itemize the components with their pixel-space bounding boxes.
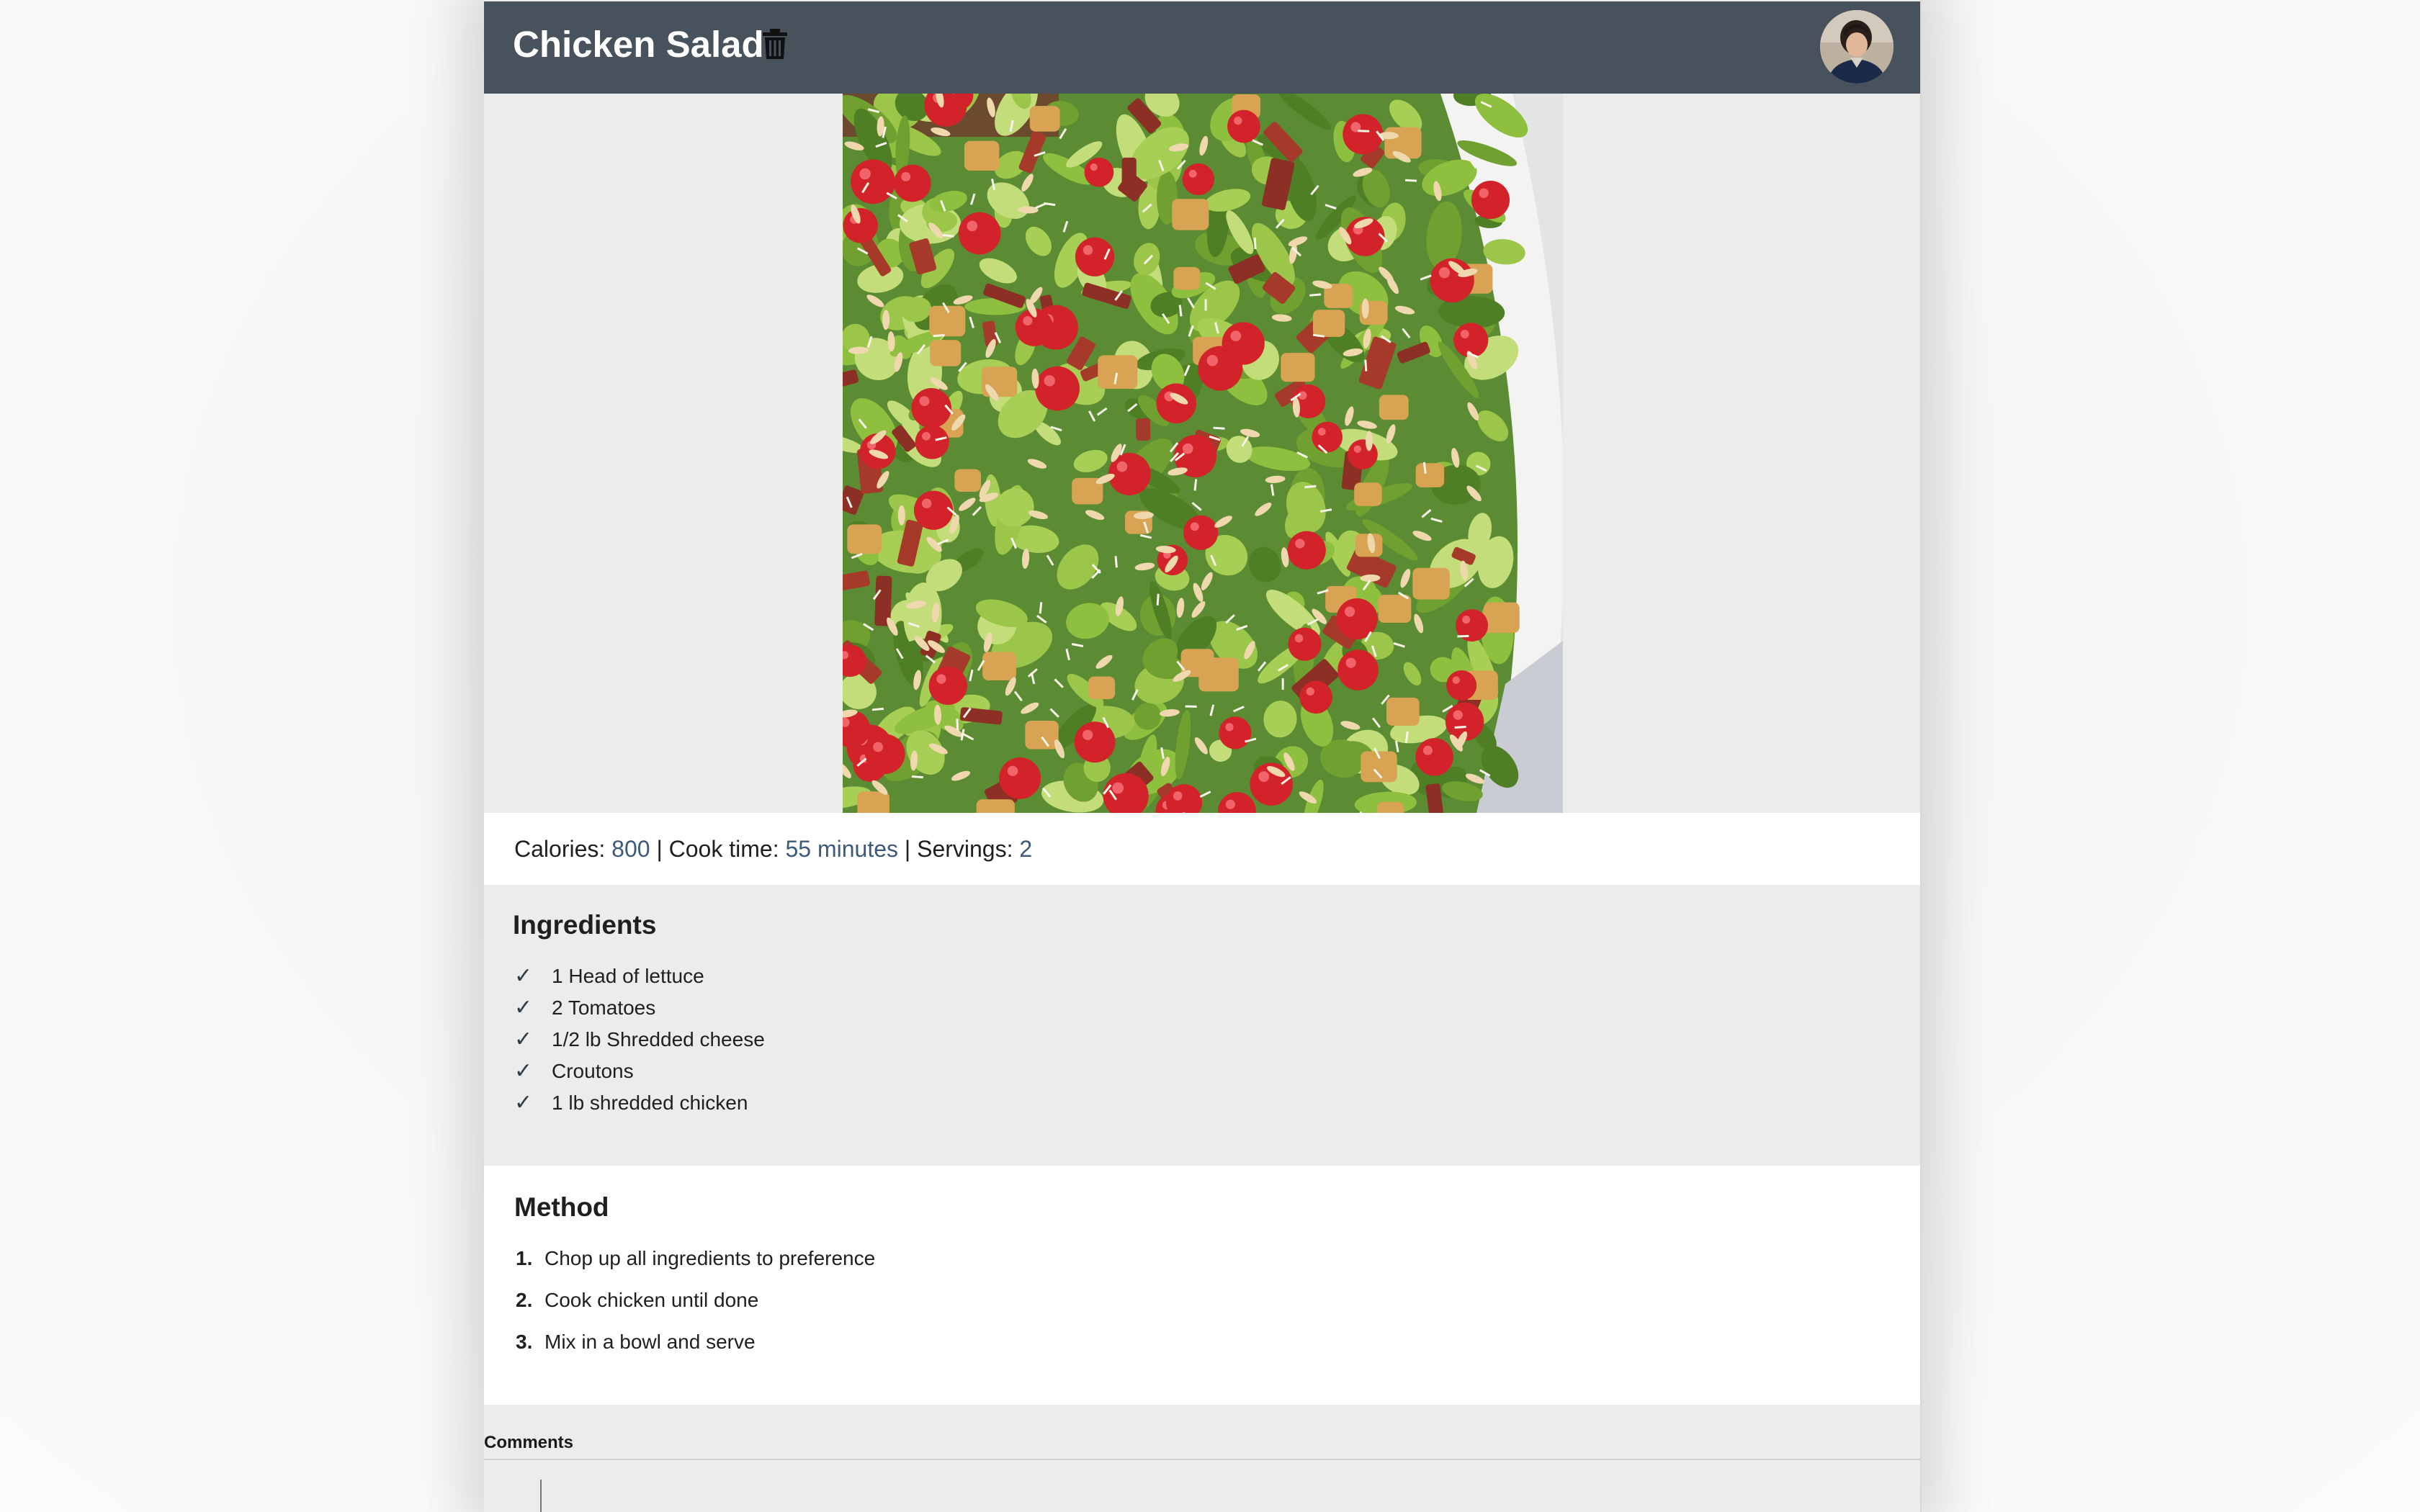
method-step: 3. Mix in a bowl and serve [516, 1328, 756, 1356]
ingredient-text: 1 lb shredded chicken [552, 1092, 748, 1114]
card-edge [1920, 0, 1922, 1512]
ingredient-text: 2 Tomatoes [552, 996, 656, 1019]
check-icon: ✓ [514, 1059, 533, 1083]
ingredient-text: Croutons [552, 1060, 634, 1082]
servings-label: Servings: [917, 836, 1020, 862]
check-icon: ✓ [514, 1091, 533, 1115]
ingredients-heading: Ingredients [513, 910, 657, 940]
ingredient-text: 1 Head of lettuce [552, 965, 704, 987]
ingredient-item: ✓ 1/2 lb Shredded cheese [514, 1025, 765, 1054]
step-text: Cook chicken until done [544, 1289, 759, 1311]
recipe-card: Chicken Salad Calories: 800 | Cook time:… [484, 0, 1922, 1512]
check-icon: ✓ [514, 996, 533, 1020]
comments-divider [484, 1459, 1920, 1460]
ingredient-item: ✓ Croutons [514, 1057, 634, 1086]
method-heading: Method [514, 1192, 609, 1222]
check-icon: ✓ [514, 964, 533, 988]
comments-section: Comments [484, 1405, 1920, 1512]
method-section: Method 1. Chop up all ingredients to pref… [484, 1166, 1920, 1405]
check-icon: ✓ [514, 1027, 533, 1051]
calories-value: 800 [611, 836, 650, 862]
ingredient-item: ✓ 2 Tomatoes [514, 994, 655, 1022]
comments-label: Comments [484, 1433, 574, 1452]
recipe-header: Chicken Salad [484, 1, 1922, 94]
stats-separator: | [650, 836, 669, 862]
trash-icon[interactable] [761, 27, 789, 60]
step-number: 1. [516, 1247, 533, 1269]
ingredient-text: 1/2 lb Shredded cheese [552, 1028, 765, 1050]
cook-time-value: 55 minutes [785, 836, 898, 862]
cook-time-label: Cook time: [668, 836, 786, 862]
stats-separator: | [898, 836, 918, 862]
recipe-title: Chicken Salad [513, 24, 764, 65]
step-number: 2. [516, 1289, 533, 1311]
ingredient-item: ✓ 1 Head of lettuce [514, 962, 704, 991]
step-number: 3. [516, 1331, 533, 1353]
method-step: 2. Cook chicken until done [516, 1286, 758, 1315]
calories-label: Calories: [514, 836, 612, 862]
servings-value: 2 [1019, 836, 1033, 862]
recipe-photo [843, 94, 1563, 813]
step-text: Chop up all ingredients to preference [544, 1247, 876, 1269]
ingredient-item: ✓ 1 lb shredded chicken [514, 1089, 748, 1117]
method-step: 1. Chop up all ingredients to preference [516, 1244, 875, 1273]
recipe-stats: Calories: 800 | Cook time: 55 minutes | … [484, 813, 1920, 885]
user-avatar[interactable] [1820, 10, 1894, 84]
comment-input[interactable] [540, 1480, 1550, 1512]
ingredients-section: Ingredients ✓ 1 Head of lettuce ✓ 2 Tomato… [484, 885, 1920, 1166]
step-text: Mix in a bowl and serve [544, 1331, 756, 1353]
stats-line: Calories: 800 | Cook time: 55 minutes | … [514, 834, 1032, 863]
